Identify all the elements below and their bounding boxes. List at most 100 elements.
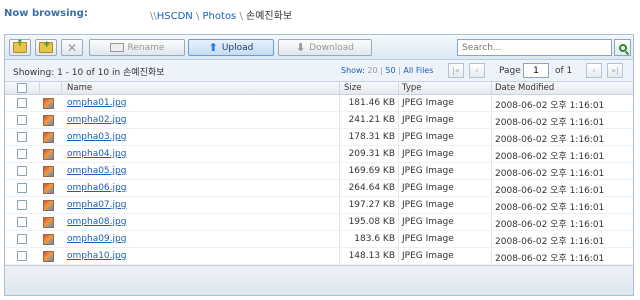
file-type: JPEG Image [402,251,454,261]
row-checkbox[interactable] [17,200,27,210]
column-header-name[interactable]: Name [67,83,92,93]
file-date: 2008-06-02 오후 1:16:01 [495,186,605,196]
file-date: 2008-06-02 오후 1:16:01 [495,101,605,111]
first-page-button[interactable]: |« [448,63,464,78]
file-name-link[interactable]: ompha09.jpg [67,234,126,244]
pagination-bar: Showing: 1 - 10 of 10 in 손예진화보 Show: 20 … [5,60,633,82]
file-name-link[interactable]: ompha01.jpg [67,98,126,108]
jpeg-file-icon [43,132,54,143]
table-row[interactable]: ompha10.jpg 148.13 KB JPEG Image 2008-06… [5,248,633,265]
row-checkbox[interactable] [17,217,27,227]
file-type: JPEG Image [402,234,454,244]
breadcrumb-root: \\ [150,11,157,22]
next-page-icon: › [592,66,596,75]
row-checkbox[interactable] [17,234,27,244]
show-separator: | [380,66,383,75]
jpeg-file-icon [43,149,54,160]
row-checkbox[interactable] [17,251,27,261]
table-row[interactable]: ompha06.jpg 264.64 KB JPEG Image 2008-06… [5,180,633,197]
new-folder-icon [39,40,53,53]
file-date: 2008-06-02 오후 1:16:01 [495,220,605,230]
search-input[interactable] [457,39,612,56]
breadcrumb-separator: \ [239,11,243,22]
table-row[interactable]: ompha05.jpg 169.69 KB JPEG Image 2008-06… [5,163,633,180]
file-name-link[interactable]: ompha04.jpg [67,149,126,159]
page-size-selector: Show: 20 | 50 | All Files [341,66,433,75]
file-name-link[interactable]: ompha06.jpg [67,183,126,193]
file-browser-panel: ✕ Rename ⬆ Upload ⬇ Download Showing: 1 … [4,34,634,296]
download-arrow-icon: ⬇ [296,41,306,54]
prev-page-button[interactable]: ‹ [469,63,485,78]
show-50-option[interactable]: 50 [385,66,395,75]
file-name-link[interactable]: ompha02.jpg [67,115,126,125]
table-row[interactable]: ompha08.jpg 195.08 KB JPEG Image 2008-06… [5,214,633,231]
table-row[interactable]: ompha03.jpg 178.31 KB JPEG Image 2008-06… [5,129,633,146]
file-size: 209.31 KB [348,149,395,159]
rename-label: Rename [127,42,165,53]
search-icon [618,43,627,52]
file-type: JPEG Image [402,200,454,210]
file-name-link[interactable]: ompha03.jpg [67,132,126,142]
page-number-input[interactable] [523,63,549,78]
prev-page-icon: ‹ [475,66,479,75]
column-divider [39,82,40,95]
up-folder-button[interactable] [9,39,31,56]
upload-button[interactable]: ⬆ Upload [188,39,274,56]
row-checkbox[interactable] [17,98,27,108]
file-name-link[interactable]: ompha10.jpg [67,251,126,261]
column-header-date[interactable]: Date Modified [495,83,554,93]
file-size: 197.27 KB [348,200,395,210]
browse-header: Now browsing: \\HSCDN \ Photos \ 손예진화보 [0,0,640,32]
breadcrumb-hscdn[interactable]: HSCDN [157,11,193,22]
row-checkbox[interactable] [17,115,27,125]
breadcrumb: \\HSCDN \ Photos \ 손예진화보 [150,7,292,22]
next-page-button[interactable]: › [586,63,602,78]
show-20-option[interactable]: 20 [367,66,377,75]
new-folder-button[interactable] [35,39,57,56]
now-browsing-label: Now browsing: [4,8,88,19]
column-header-size[interactable]: Size [344,83,361,93]
table-row[interactable]: ompha04.jpg 209.31 KB JPEG Image 2008-06… [5,146,633,163]
show-all-option[interactable]: All Files [403,66,433,75]
file-date: 2008-06-02 오후 1:16:01 [495,135,605,145]
download-button[interactable]: ⬇ Download [278,39,372,56]
table-row[interactable]: ompha09.jpg 183.6 KB JPEG Image 2008-06-… [5,231,633,248]
file-name-link[interactable]: ompha08.jpg [67,217,126,227]
table-row[interactable]: ompha02.jpg 241.21 KB JPEG Image 2008-06… [5,112,633,129]
jpeg-file-icon [43,234,54,245]
show-separator: | [398,66,401,75]
last-page-button[interactable]: »| [607,63,623,78]
search-button[interactable] [614,39,631,56]
file-date: 2008-06-02 오후 1:16:01 [495,152,605,162]
breadcrumb-photos[interactable]: Photos [203,11,237,22]
file-type: JPEG Image [402,166,454,176]
table-row[interactable]: ompha01.jpg 181.46 KB JPEG Image 2008-06… [5,95,633,112]
file-name-link[interactable]: ompha05.jpg [67,166,126,176]
page-label: Page [499,66,521,76]
table-header: Name Size Type Date Modified [5,82,633,95]
download-label: Download [309,42,354,53]
table-row[interactable]: ompha07.jpg 197.27 KB JPEG Image 2008-06… [5,197,633,214]
delete-button[interactable]: ✕ [61,39,83,56]
delete-icon: ✕ [66,40,78,55]
jpeg-file-icon [43,166,54,177]
file-type: JPEG Image [402,98,454,108]
file-type: JPEG Image [402,115,454,125]
row-checkbox[interactable] [17,166,27,176]
jpeg-file-icon [43,200,54,211]
file-type: JPEG Image [402,149,454,159]
rename-button[interactable]: Rename [89,39,185,56]
row-checkbox[interactable] [17,132,27,142]
folder-up-icon [13,39,27,53]
file-size: 169.69 KB [348,166,395,176]
page-count-label: of 1 [555,66,573,76]
file-size: 183.6 KB [354,234,395,244]
select-all-checkbox[interactable] [17,83,27,93]
row-checkbox[interactable] [17,183,27,193]
column-header-type[interactable]: Type [402,83,422,93]
jpeg-file-icon [43,115,54,126]
breadcrumb-separator: \ [195,11,200,22]
file-name-link[interactable]: ompha07.jpg [67,200,126,210]
file-size: 178.31 KB [348,132,395,142]
row-checkbox[interactable] [17,149,27,159]
